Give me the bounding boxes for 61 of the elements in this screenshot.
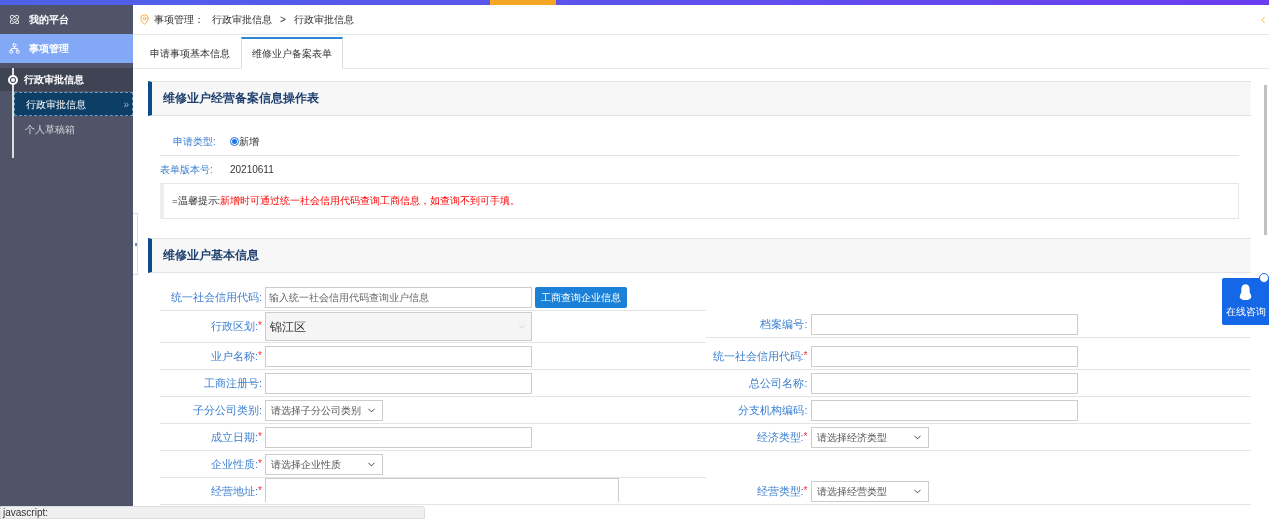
breadcrumb-item: 行政审批信息	[293, 13, 354, 27]
collapse-icon[interactable]	[1258, 14, 1268, 25]
required-mark: *	[258, 349, 262, 361]
tree-group[interactable]: 行政审批信息	[0, 68, 133, 91]
field-label: 表单版本号:	[160, 163, 214, 177]
field-label: 经营地址:	[211, 484, 259, 497]
section-header: 维修业户基本信息	[148, 238, 1251, 273]
input-field[interactable]	[265, 372, 532, 394]
tab[interactable]: 维修业户备案表单	[241, 37, 343, 69]
radio-option[interactable]: 新增	[230, 134, 259, 149]
field-value: 20210611	[230, 163, 274, 177]
field-label: 申请类型:	[173, 135, 217, 149]
select-field[interactable]: 请选择子分公司类别	[265, 399, 383, 421]
select-field[interactable]: 请选择经济类型	[810, 426, 929, 448]
panel-toggle-handle[interactable]	[133, 213, 138, 275]
field-label: 统一社会信用代码:	[712, 349, 804, 362]
sitemap-icon	[9, 43, 20, 54]
section-header: 维修业户经营备案信息操作表	[148, 81, 1251, 116]
person-icon	[1239, 284, 1252, 301]
input-field[interactable]	[265, 426, 532, 448]
field-label: 成立日期:	[211, 430, 259, 443]
input-field[interactable]	[265, 345, 532, 367]
field-label: 经济类型:	[756, 430, 804, 443]
required-mark: *	[258, 484, 262, 496]
textarea-field[interactable]	[265, 478, 619, 502]
breadcrumb-item: >	[280, 13, 286, 27]
required-mark: *	[803, 349, 808, 361]
active-indicator	[490, 0, 556, 5]
field-label: 档案编号:	[760, 317, 808, 330]
select-field[interactable]: 请选择经营类型	[810, 480, 929, 502]
atom-icon	[9, 14, 20, 25]
field-label: 经营类型:	[756, 484, 804, 497]
field-label: 统一社会信用代码:	[170, 290, 262, 303]
field-label: 企业性质:	[211, 457, 259, 470]
node-icon	[8, 74, 18, 85]
breadcrumb-root: 事项管理：	[154, 13, 204, 27]
input-field[interactable]: 输入统一社会信用代码查询业户信息	[265, 286, 532, 308]
input-field[interactable]	[810, 399, 1078, 421]
field-label: 分支机构编码:	[738, 403, 808, 416]
input-field[interactable]	[810, 372, 1078, 394]
breadcrumb-item: 行政审批信息	[212, 13, 272, 27]
required-mark: *	[258, 320, 262, 332]
radio-button[interactable]	[230, 137, 239, 146]
chat-widget[interactable]: 在线咨询	[1222, 278, 1269, 325]
field-label: 业户名称:	[211, 349, 259, 362]
tab[interactable]: 申请事项基本信息	[139, 37, 241, 69]
tree-item[interactable]: 个人草稿箱	[14, 117, 133, 141]
input-field[interactable]	[810, 313, 1078, 335]
status-bar: javascript:	[0, 506, 425, 519]
field-label: 工商注册号:	[203, 376, 262, 389]
select-field[interactable]: 请选择企业性质	[265, 453, 383, 475]
tip-text: =温馨提示:新增时可通过统一社会信用代码查询工商信息，如查询不到可手填。	[172, 193, 521, 208]
field-label: 总公司名称:	[749, 376, 808, 389]
required-mark: *	[258, 430, 262, 442]
required-mark: *	[258, 457, 262, 469]
query-button[interactable]: 工商查询企业信息	[535, 286, 627, 308]
field-label: 行政区划:	[211, 320, 259, 333]
tree-item[interactable]: 行政审批信息 »	[14, 92, 133, 116]
input-field[interactable]	[810, 345, 1078, 367]
field-label: 子分公司类别:	[192, 403, 262, 416]
location-pin-icon	[139, 14, 150, 25]
